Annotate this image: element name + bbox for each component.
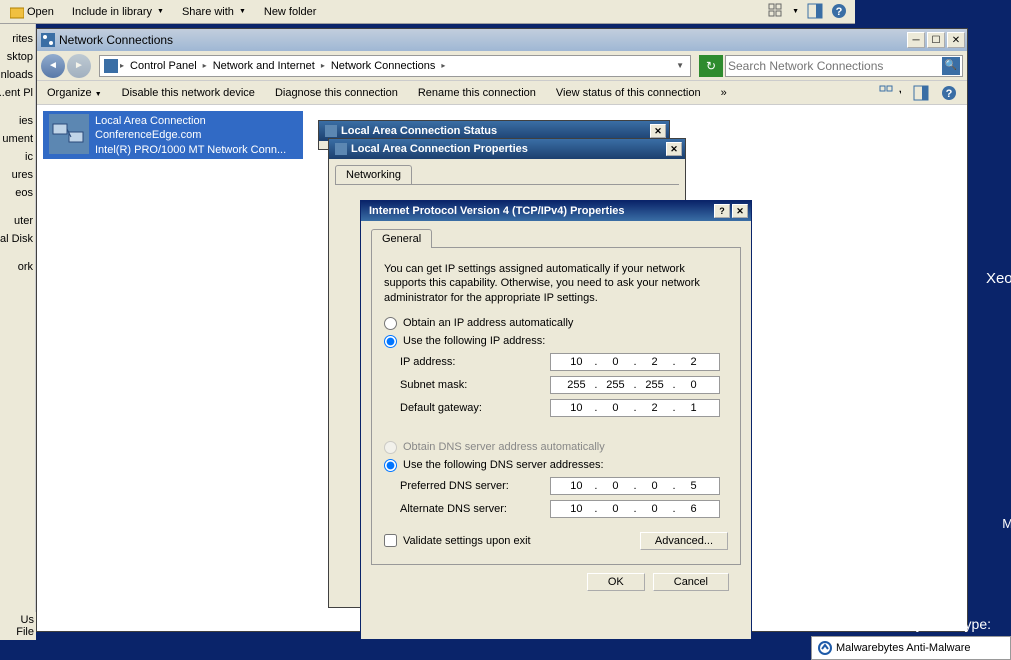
rename-button[interactable]: Rename this connection [418, 87, 536, 99]
window-titlebar[interactable]: Network Connections ─ ☐ ✕ [37, 29, 967, 51]
preview-pane-icon[interactable] [913, 85, 929, 101]
advanced-button[interactable]: Advanced... [640, 532, 728, 550]
ip-address-input[interactable]: 10. 0. 2. 2 [550, 353, 720, 371]
open-menu[interactable]: Open [10, 5, 54, 19]
alternate-dns-label: Alternate DNS server: [400, 503, 550, 515]
connection-item[interactable]: Local Area Connection ConferenceEdge.com… [43, 111, 303, 159]
network-icon [41, 33, 55, 47]
connection-adapter: Intel(R) PRO/1000 MT Network Conn... [95, 143, 286, 157]
description-text: You can get IP settings assigned automat… [384, 262, 728, 305]
back-button[interactable]: ◄ [41, 54, 65, 78]
address-bar[interactable]: ▸ Control Panel▸ Network and Internet▸ N… [99, 55, 691, 77]
obtain-dns-auto-radio: Obtain DNS server address automatically [384, 441, 728, 454]
share-with-menu[interactable]: Share with▼ [182, 6, 246, 18]
networking-tab[interactable]: Networking [335, 165, 412, 184]
more-button[interactable]: » [721, 87, 727, 99]
include-library-menu[interactable]: Include in library▼ [72, 6, 164, 18]
obtain-ip-auto-radio[interactable]: Obtain an IP address automatically [384, 317, 728, 330]
connection-icon [49, 114, 89, 154]
subnet-mask-input[interactable]: 255. 255. 255. 0 [550, 376, 720, 394]
preferred-dns-label: Preferred DNS server: [400, 480, 550, 492]
network-icon [335, 143, 347, 155]
search-input[interactable] [728, 59, 942, 73]
close-button[interactable]: ✕ [650, 124, 666, 138]
new-folder-button[interactable]: New folder [264, 6, 317, 18]
search-icon[interactable]: 🔍 [942, 57, 960, 75]
desktop-label: Xeon [986, 270, 1011, 287]
malwarebytes-icon [818, 641, 832, 655]
help-icon[interactable]: ? [831, 3, 847, 19]
cancel-button[interactable]: Cancel [653, 573, 729, 591]
connection-name: Local Area Connection [95, 114, 286, 128]
general-tab[interactable]: General [371, 229, 432, 248]
default-gateway-label: Default gateway: [400, 402, 550, 414]
maximize-button[interactable]: ☐ [927, 32, 945, 48]
ok-button[interactable]: OK [587, 573, 645, 591]
ipv4-titlebar[interactable]: Internet Protocol Version 4 (TCP/IPv4) P… [361, 201, 751, 221]
subnet-mask-label: Subnet mask: [400, 379, 550, 391]
alternate-dns-input[interactable]: 10. 0. 0. 6 [550, 500, 720, 518]
preferred-dns-input[interactable]: 10. 0. 0. 5 [550, 477, 720, 495]
ipv4-properties-dialog: Internet Protocol Version 4 (TCP/IPv4) P… [360, 200, 752, 640]
view-status-button[interactable]: View status of this connection [556, 87, 701, 99]
help-button[interactable]: ? [714, 204, 730, 218]
malwarebytes-notification[interactable]: Malwarebytes Anti-Malware [811, 636, 1011, 660]
close-button[interactable]: ✕ [666, 142, 682, 156]
preview-pane-icon[interactable] [807, 3, 823, 19]
validate-label: Validate settings upon exit [403, 535, 531, 547]
svg-text:▼: ▼ [897, 88, 901, 100]
forward-button[interactable]: ► [67, 54, 91, 78]
search-box[interactable]: 🔍 [725, 55, 963, 77]
svg-text:?: ? [836, 6, 843, 18]
diagnose-button[interactable]: Diagnose this connection [275, 87, 398, 99]
organize-menu[interactable]: Organize ▼ [47, 87, 102, 99]
default-gateway-input[interactable]: 10. 0. 2. 1 [550, 399, 720, 417]
svg-text:?: ? [946, 88, 953, 100]
command-bar: Organize ▼ Disable this network device D… [37, 81, 967, 105]
use-following-dns-radio[interactable]: Use the following DNS server addresses: [384, 459, 728, 472]
address-toolbar: ◄ ► ▸ Control Panel▸ Network and Interne… [37, 51, 967, 81]
system-type-label: System Type: [906, 616, 991, 632]
nav-pane-fragment: rites sktop nloads ent Pl... ies ument i… [0, 24, 36, 624]
view-options-icon[interactable]: ▼ [879, 85, 901, 101]
connection-domain: ConferenceEdge.com [95, 128, 286, 142]
minimize-button[interactable]: ─ [907, 32, 925, 48]
properties-title[interactable]: Local Area Connection Properties ✕ [329, 139, 685, 159]
folder-icon [10, 5, 24, 19]
refresh-button[interactable]: ↻ [699, 55, 723, 77]
validate-checkbox[interactable] [384, 534, 397, 547]
close-button[interactable]: ✕ [947, 32, 965, 48]
network-icon [104, 59, 118, 73]
help-icon[interactable]: ? [941, 85, 957, 101]
library-toolbar: Open Include in library▼ Share with▼ New… [0, 0, 855, 24]
disable-device-button[interactable]: Disable this network device [122, 87, 255, 99]
close-button[interactable]: ✕ [732, 204, 748, 218]
ip-address-label: IP address: [400, 356, 550, 368]
network-icon [325, 125, 337, 137]
use-following-ip-radio[interactable]: Use the following IP address: [384, 335, 728, 348]
view-icon[interactable] [768, 3, 784, 19]
